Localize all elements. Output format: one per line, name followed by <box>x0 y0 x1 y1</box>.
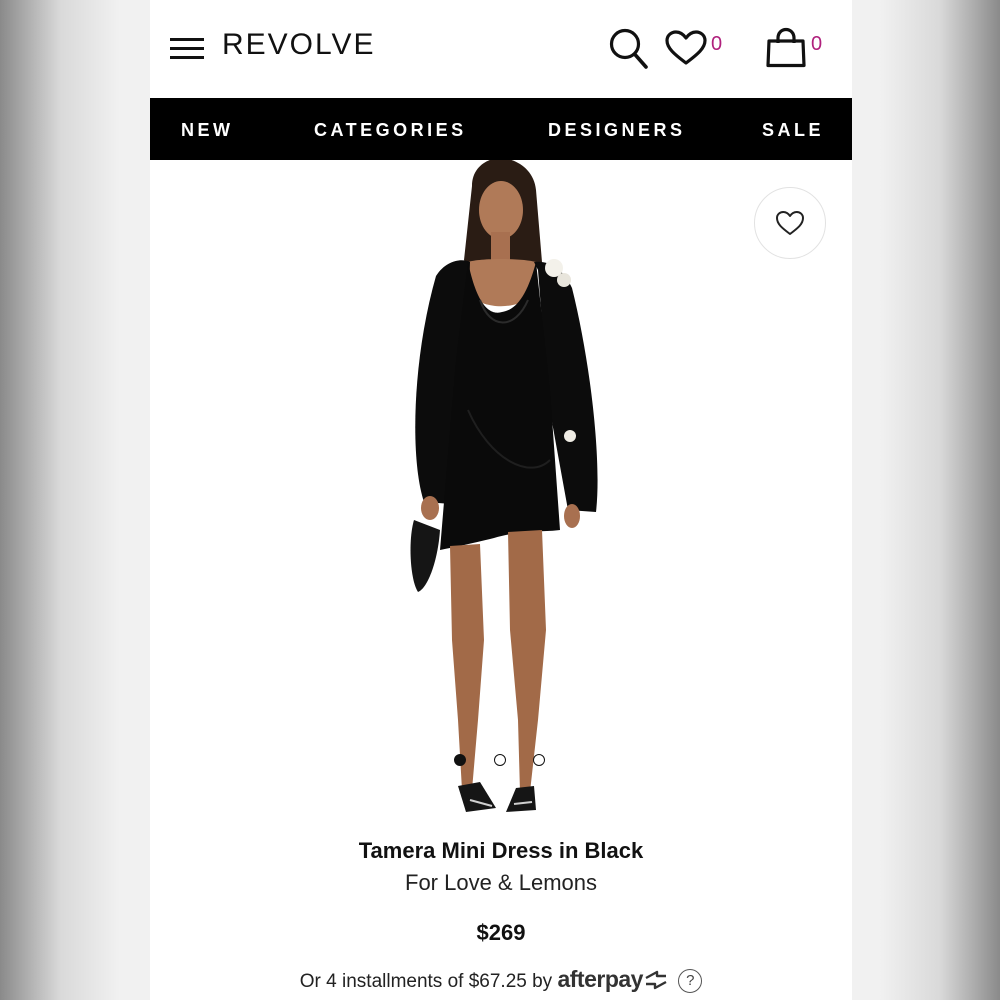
gallery-dot-1[interactable] <box>454 754 466 766</box>
product-image-gallery[interactable] <box>150 160 852 825</box>
gallery-dot-3[interactable] <box>533 754 545 766</box>
gallery-dot-2[interactable] <box>494 754 506 766</box>
installments-help-icon[interactable]: ? <box>678 969 703 993</box>
search-icon[interactable] <box>608 27 650 71</box>
nav-item-sale[interactable]: SALE <box>762 120 824 141</box>
product-photo <box>410 160 598 812</box>
wishlist-heart-icon[interactable] <box>665 30 707 66</box>
add-to-wishlist-button[interactable] <box>754 187 826 259</box>
heart-outline-icon <box>776 211 804 235</box>
installments-info: Or 4 installments of $67.25 by afterpay … <box>150 966 852 993</box>
hamburger-menu-icon[interactable] <box>170 38 204 60</box>
installments-text: Or 4 installments of $67.25 by <box>299 971 553 992</box>
wishlist-count: 0 <box>711 33 723 55</box>
nav-item-new[interactable]: NEW <box>181 120 234 141</box>
category-nav: NEW CATEGORIES DESIGNERS SALE <box>150 98 852 160</box>
site-header: REVOLVE 0 0 <box>150 0 852 98</box>
gallery-pagination <box>454 754 554 768</box>
product-brand-link[interactable]: For Love & Lemons <box>150 870 852 896</box>
mobile-page: REVOLVE 0 0 NEW CATEGORIES DESIGNERS SAL… <box>150 0 852 1000</box>
screenshot-frame: REVOLVE 0 0 NEW CATEGORIES DESIGNERS SAL… <box>0 0 1000 1000</box>
nav-item-categories[interactable]: CATEGORIES <box>314 120 467 141</box>
site-logo[interactable]: REVOLVE <box>222 28 376 62</box>
product-title: Tamera Mini Dress in Black <box>358 838 644 863</box>
cart-count: 0 <box>811 33 823 55</box>
product-price: $269 <box>476 920 526 945</box>
afterpay-logo[interactable]: afterpay <box>557 966 643 992</box>
nav-item-designers[interactable]: DESIGNERS <box>548 120 686 141</box>
afterpay-arrows-icon <box>645 970 667 990</box>
shopping-bag-icon[interactable] <box>764 27 808 69</box>
